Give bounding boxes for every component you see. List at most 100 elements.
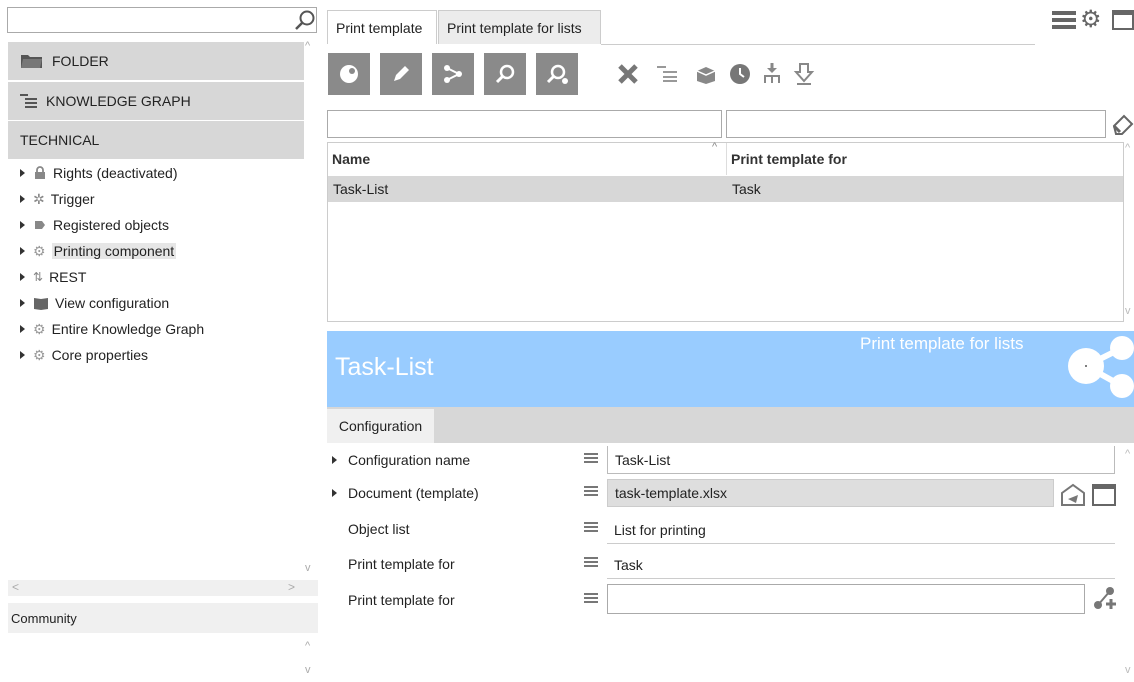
field-value: task-template.xlsx (615, 485, 728, 501)
scroll-up-icon[interactable]: ^ (1125, 448, 1130, 460)
tree-item-entire-knowledge-graph[interactable]: ⚙ Entire Knowledge Graph (20, 318, 204, 340)
filter-print-template-for-input[interactable] (726, 110, 1106, 138)
configuration-name-field[interactable]: Task-List (607, 446, 1115, 474)
tab-print-template[interactable]: Print template (327, 10, 437, 44)
tree-item-core-properties[interactable]: ⚙ Core properties (20, 344, 148, 366)
tree-item-label: REST (49, 269, 87, 285)
tab-configuration[interactable]: Configuration (327, 409, 434, 443)
tab-print-template-for-lists[interactable]: Print template for lists (438, 10, 601, 44)
graph-button[interactable] (432, 53, 474, 95)
search-new-button[interactable] (536, 53, 578, 95)
pin-icon (35, 221, 45, 229)
export-button[interactable] (692, 60, 720, 88)
field-value: Task (614, 556, 643, 573)
filter-name-input[interactable] (327, 110, 722, 138)
gear-icon: ⚙ (33, 242, 46, 259)
tree-item-view-configuration[interactable]: View configuration (20, 292, 169, 314)
community-label: Community (11, 611, 77, 626)
expand-arrow-icon[interactable] (20, 221, 25, 229)
scroll-up-icon[interactable]: ^ (305, 640, 310, 652)
scroll-down-icon[interactable]: v (1125, 664, 1131, 676)
field-value: List for printing (614, 521, 706, 538)
menu-icon[interactable] (1052, 10, 1076, 30)
search-new-icon (546, 64, 568, 84)
history-button[interactable] (726, 60, 754, 88)
search-icon[interactable] (294, 9, 316, 31)
edit-button[interactable] (380, 53, 422, 95)
gear-icon[interactable]: ⚙ (1080, 5, 1102, 34)
horizontal-scrollbar[interactable] (8, 580, 318, 596)
gear-icon: ⚙ (33, 346, 46, 363)
eraser-icon[interactable] (1110, 112, 1134, 136)
search-button[interactable] (484, 53, 526, 95)
table-row[interactable]: Task-List Task (328, 176, 1123, 202)
magnifier-icon (495, 64, 515, 84)
object-list-field[interactable]: List for printing (607, 516, 1115, 544)
tab-label: Print template for lists (447, 19, 582, 36)
column-header-name[interactable]: Name (332, 143, 370, 175)
column-header-print-template-for[interactable]: Print template for (731, 143, 847, 175)
tree-item-registered-objects[interactable]: Registered objects (20, 214, 169, 236)
section-knowledge-graph[interactable]: KNOWLEDGE GRAPH (8, 82, 304, 120)
tree-view-button[interactable] (654, 60, 682, 88)
property-label: Object list (348, 521, 410, 537)
tree-item-label: Trigger (50, 191, 95, 207)
scroll-up-icon[interactable]: ^ (305, 40, 310, 52)
search-input[interactable] (7, 7, 317, 33)
sort-up-icon[interactable]: ^ (712, 141, 717, 153)
expand-arrow-icon[interactable] (332, 489, 337, 497)
scroll-right-icon[interactable]: > (288, 580, 295, 594)
open-file-icon[interactable] (1060, 483, 1086, 507)
add-relation-icon[interactable] (1092, 585, 1118, 611)
download-button[interactable] (790, 60, 818, 88)
section-label: FOLDER (52, 53, 109, 69)
property-menu-icon[interactable] (584, 520, 598, 534)
property-menu-icon[interactable] (584, 451, 598, 465)
column-divider (726, 143, 727, 175)
box-icon (696, 67, 716, 84)
expand-arrow-icon[interactable] (332, 456, 337, 464)
scroll-down-icon[interactable]: v (305, 562, 311, 574)
property-menu-icon[interactable] (584, 484, 598, 498)
expand-arrow-icon[interactable] (20, 195, 25, 203)
print-template-for-add-field[interactable] (607, 584, 1085, 614)
section-label: KNOWLEDGE GRAPH (46, 93, 191, 109)
scroll-up-icon[interactable]: ^ (1125, 142, 1130, 154)
section-folder[interactable]: FOLDER (8, 42, 304, 80)
expand-arrow-icon[interactable] (20, 299, 25, 307)
tree-item-trigger[interactable]: ✲ Trigger (20, 188, 95, 210)
document-template-field[interactable]: task-template.xlsx (607, 479, 1054, 507)
window-icon[interactable] (1112, 10, 1134, 30)
graph-icon (444, 65, 462, 83)
expand-arrow-icon[interactable] (20, 273, 25, 281)
property-label: Print template for (348, 556, 455, 572)
tree-list-icon (657, 66, 677, 82)
expand-arrow-icon[interactable] (20, 351, 25, 359)
expand-arrow-icon[interactable] (20, 169, 25, 177)
scroll-down-icon[interactable]: v (305, 664, 311, 676)
property-menu-icon[interactable] (584, 591, 598, 605)
section-technical[interactable]: TECHNICAL (8, 121, 304, 159)
folder-icon (21, 55, 42, 68)
expand-arrow-icon[interactable] (20, 247, 25, 255)
tree-item-rest[interactable]: ⇅ REST (20, 266, 86, 288)
print-template-for-field[interactable]: Task (607, 551, 1115, 579)
trigger-icon: ✲ (33, 190, 45, 207)
tree-item-printing-component[interactable]: ⚙ Printing component (20, 240, 177, 262)
tree-item-label: Registered objects (53, 217, 169, 233)
expand-arrow-icon[interactable] (20, 325, 25, 333)
tree-item-rights[interactable]: Rights (deactivated) (20, 162, 178, 184)
new-button[interactable] (328, 53, 370, 95)
delete-button[interactable] (614, 60, 642, 88)
hierarchy-button[interactable] (758, 60, 786, 88)
property-menu-icon[interactable] (584, 555, 598, 569)
scroll-left-icon[interactable]: < (12, 580, 19, 594)
scroll-down-icon[interactable]: v (1125, 305, 1131, 317)
tab-label: Print template (336, 19, 423, 36)
result-table: Name ^ Print template for Task-List Task (327, 141, 1124, 322)
pencil-icon (394, 66, 409, 81)
tree-item-label: Printing component (51, 243, 177, 259)
property-label: Configuration name (348, 452, 471, 468)
tree-item-label: Core properties (51, 347, 149, 363)
window-icon[interactable] (1092, 484, 1116, 506)
